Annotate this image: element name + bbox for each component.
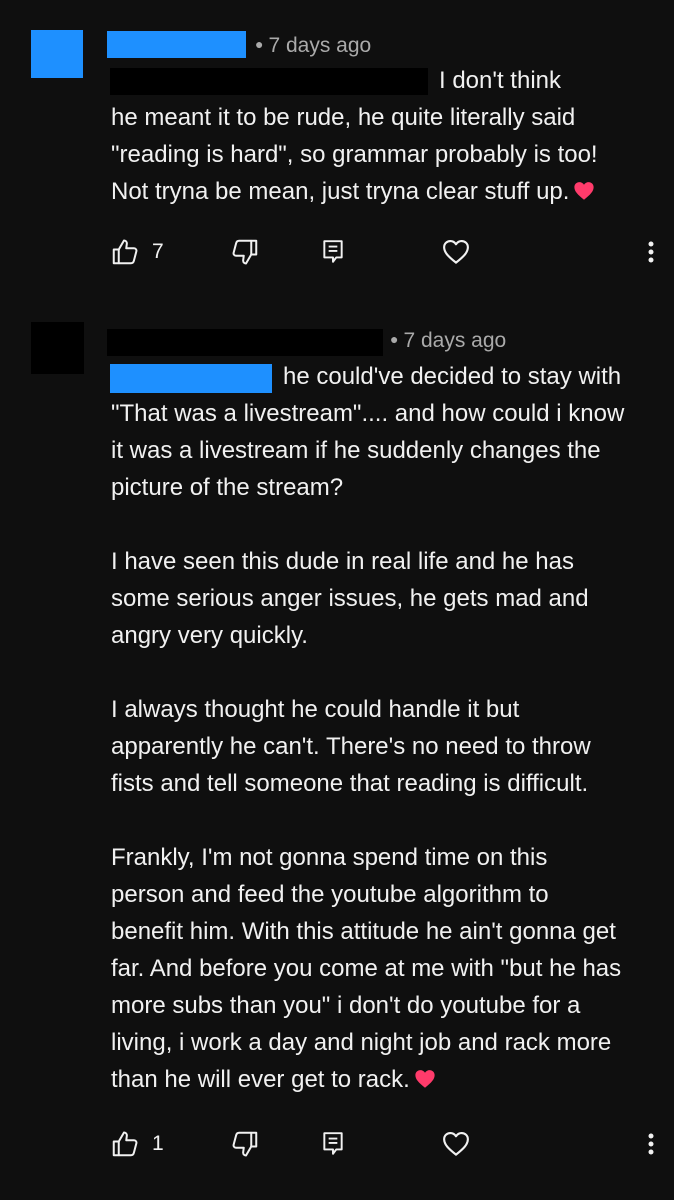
thumbs-up-icon xyxy=(112,1131,138,1157)
thumbs-down-icon xyxy=(232,239,258,265)
more-options-button[interactable] xyxy=(644,1124,658,1164)
comment-actions: 7 xyxy=(0,232,674,272)
separator-dot: ● xyxy=(390,331,399,347)
dislike-button[interactable] xyxy=(230,232,260,272)
comment-thread-item: ● 7 days ago I don't think he meant it to… xyxy=(0,0,674,290)
author-name-redacted[interactable] xyxy=(107,329,383,356)
heart-icon xyxy=(443,1131,469,1156)
heart-button[interactable] xyxy=(441,232,471,272)
comment-thread-item: ● 7 days ago he could've decided to stay … xyxy=(0,290,674,1200)
avatar[interactable] xyxy=(31,322,84,374)
comment-meta: ● 7 days ago xyxy=(255,34,371,58)
thumbs-up-icon xyxy=(112,239,138,265)
avatar[interactable] xyxy=(31,30,83,78)
like-button[interactable]: 7 xyxy=(110,232,164,272)
reply-icon xyxy=(323,1132,343,1155)
thumbs-down-icon xyxy=(232,1131,258,1157)
reply-button[interactable] xyxy=(320,232,346,272)
comment-timestamp: 7 days ago xyxy=(268,34,372,57)
reply-button[interactable] xyxy=(320,1124,346,1164)
heart-icon xyxy=(443,239,469,264)
comment-timestamp: 7 days ago xyxy=(403,329,507,352)
comment-actions: 1 xyxy=(0,1124,674,1164)
like-count: 1 xyxy=(152,1132,164,1155)
more-vert-icon xyxy=(648,241,654,263)
author-name-redacted[interactable] xyxy=(107,31,246,58)
red-heart-emoji-icon xyxy=(415,1070,435,1088)
more-options-button[interactable] xyxy=(644,232,658,272)
dislike-button[interactable] xyxy=(230,1124,260,1164)
comment-meta: ● 7 days ago xyxy=(390,329,506,353)
comment-body: he could've decided to stay with "That w… xyxy=(111,358,671,1098)
more-vert-icon xyxy=(648,1133,654,1155)
reply-icon xyxy=(323,240,343,263)
red-heart-emoji-icon xyxy=(574,182,595,200)
like-count: 7 xyxy=(152,240,164,263)
comment-text: I don't think he meant it to be rude, he… xyxy=(111,67,598,205)
comment-body: I don't think he meant it to be rude, he… xyxy=(111,62,671,210)
separator-dot: ● xyxy=(255,36,264,52)
comment-text: he could've decided to stay with "That w… xyxy=(111,363,625,1093)
heart-button[interactable] xyxy=(441,1124,471,1164)
like-button[interactable]: 1 xyxy=(110,1124,164,1164)
